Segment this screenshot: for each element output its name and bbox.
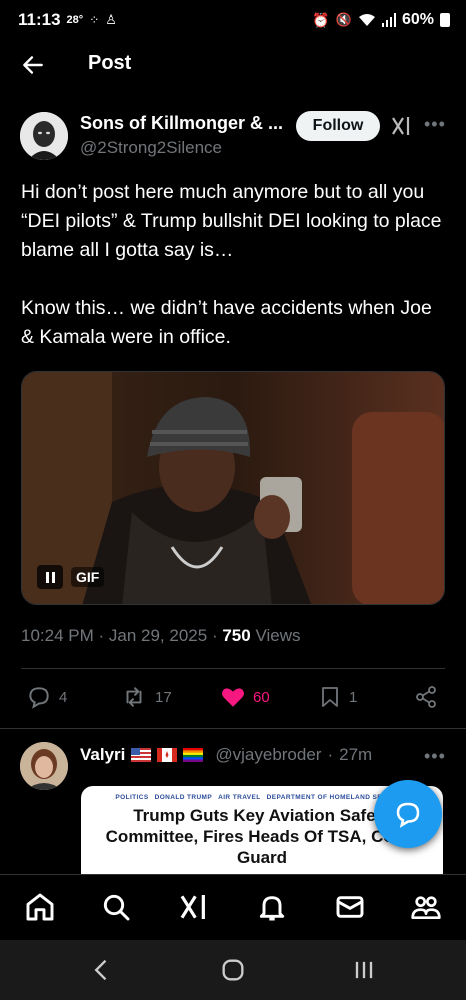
home-icon[interactable] xyxy=(24,891,56,923)
reply-header[interactable]: Valyri @vjayebroder · 27m xyxy=(80,745,372,765)
reply-author-handle[interactable]: @vjayebroder xyxy=(215,745,321,765)
reply-author-name[interactable]: Valyri xyxy=(80,745,125,765)
reply-more-options-icon[interactable]: ••• xyxy=(424,746,446,767)
battery-icon xyxy=(440,13,450,27)
alarm-icon: ⏰ xyxy=(312,11,330,28)
meta-separator: · xyxy=(327,745,334,764)
canada-flag-icon xyxy=(157,748,178,762)
post-meta: 10:24 PM · Jan 29, 2025 · 750 Views xyxy=(21,626,300,646)
status-time: 11:13 xyxy=(18,10,61,29)
share-button[interactable] xyxy=(414,684,438,710)
article-category: POLITICS xyxy=(115,794,149,801)
rainbow-flag-icon xyxy=(183,748,204,762)
reply-icon xyxy=(29,687,49,709)
share-icon xyxy=(416,686,436,708)
arrow-left-icon[interactable] xyxy=(20,52,46,78)
author-info[interactable]: Sons of Killmonger & ... @2Strong2Silenc… xyxy=(80,113,290,158)
bottom-nav xyxy=(0,874,466,940)
pause-icon[interactable] xyxy=(37,565,63,589)
communities-icon[interactable] xyxy=(410,891,442,923)
system-back-icon[interactable] xyxy=(88,956,116,984)
repost-button[interactable]: 17 xyxy=(120,684,172,710)
battery-percent: 60% xyxy=(401,11,434,28)
status-left: 11:13 28° ⁘ ♙ xyxy=(18,10,117,30)
article-category: AIR TRAVEL xyxy=(218,794,261,801)
bookmark-icon xyxy=(322,687,338,707)
us-flag-icon xyxy=(131,748,152,762)
post-time: 10:24 PM xyxy=(21,626,94,645)
wifi-icon xyxy=(358,14,375,26)
post-body: Hi don’t post here much anymore but to a… xyxy=(21,178,446,381)
post-actions: 4 17 60 1 xyxy=(0,684,466,714)
author-handle[interactable]: @2Strong2Silence xyxy=(80,138,290,158)
meta-separator: · xyxy=(211,626,223,645)
author-avatar[interactable] xyxy=(20,112,68,160)
meta-separator: · xyxy=(98,626,109,645)
article-category: DONALD TRUMP xyxy=(154,794,213,801)
bookmark-count: 1 xyxy=(349,688,358,706)
notifications-icon[interactable] xyxy=(256,891,288,923)
post-paragraph: Hi don’t post here much anymore but to a… xyxy=(21,181,442,261)
signal-icon xyxy=(381,13,396,27)
like-count: 60 xyxy=(253,688,270,706)
reply-bubble-icon xyxy=(396,802,420,828)
like-button[interactable]: 60 xyxy=(220,684,270,710)
gif-controls: GIF xyxy=(37,565,105,589)
page-title: Post xyxy=(88,52,132,74)
top-bar: Post xyxy=(0,40,466,90)
sparkle-icon: ⁘ xyxy=(89,13,100,27)
views-count[interactable]: 750 xyxy=(222,626,250,645)
more-options-icon[interactable]: ••• xyxy=(424,114,446,136)
status-bar: 11:13 28° ⁘ ♙ ⏰ 🔇 60% xyxy=(0,0,466,40)
reply-count: 4 xyxy=(59,688,68,706)
views-label: Views xyxy=(255,626,301,645)
avatar-portrait xyxy=(20,112,68,160)
grok-icon[interactable] xyxy=(178,891,210,923)
notification-icon: ♙ xyxy=(105,12,117,27)
system-nav-bar xyxy=(0,940,466,1000)
gif-label: GIF xyxy=(71,567,105,587)
divider xyxy=(21,668,445,669)
post-date: Jan 29, 2025 xyxy=(108,626,208,645)
search-icon[interactable] xyxy=(100,891,132,923)
compose-reply-button[interactable] xyxy=(374,780,442,848)
status-right: ⏰ 🔇 60% xyxy=(312,11,450,29)
divider xyxy=(0,728,466,729)
heart-filled-icon xyxy=(222,688,244,707)
post-paragraph: Know this… we didn’t have accidents when… xyxy=(21,297,432,348)
system-recents-icon[interactable] xyxy=(350,956,378,984)
reply-time: 27m xyxy=(339,745,373,764)
post-media-gif[interactable]: GIF xyxy=(21,371,445,605)
status-temperature: 28° xyxy=(66,14,84,26)
grok-icon[interactable] xyxy=(390,114,414,138)
repost-count: 17 xyxy=(155,688,172,706)
bookmark-button[interactable]: 1 xyxy=(318,684,357,710)
reply-avatar-portrait xyxy=(20,742,68,790)
author-name[interactable]: Sons of Killmonger & ... xyxy=(80,113,290,134)
messages-icon[interactable] xyxy=(334,891,366,923)
reply-button[interactable]: 4 xyxy=(26,684,67,710)
follow-button[interactable]: Follow xyxy=(296,111,380,141)
repost-icon xyxy=(126,687,142,707)
system-home-icon[interactable] xyxy=(219,956,247,984)
reply-avatar[interactable] xyxy=(20,742,68,790)
mute-icon: 🔇 xyxy=(335,12,352,27)
